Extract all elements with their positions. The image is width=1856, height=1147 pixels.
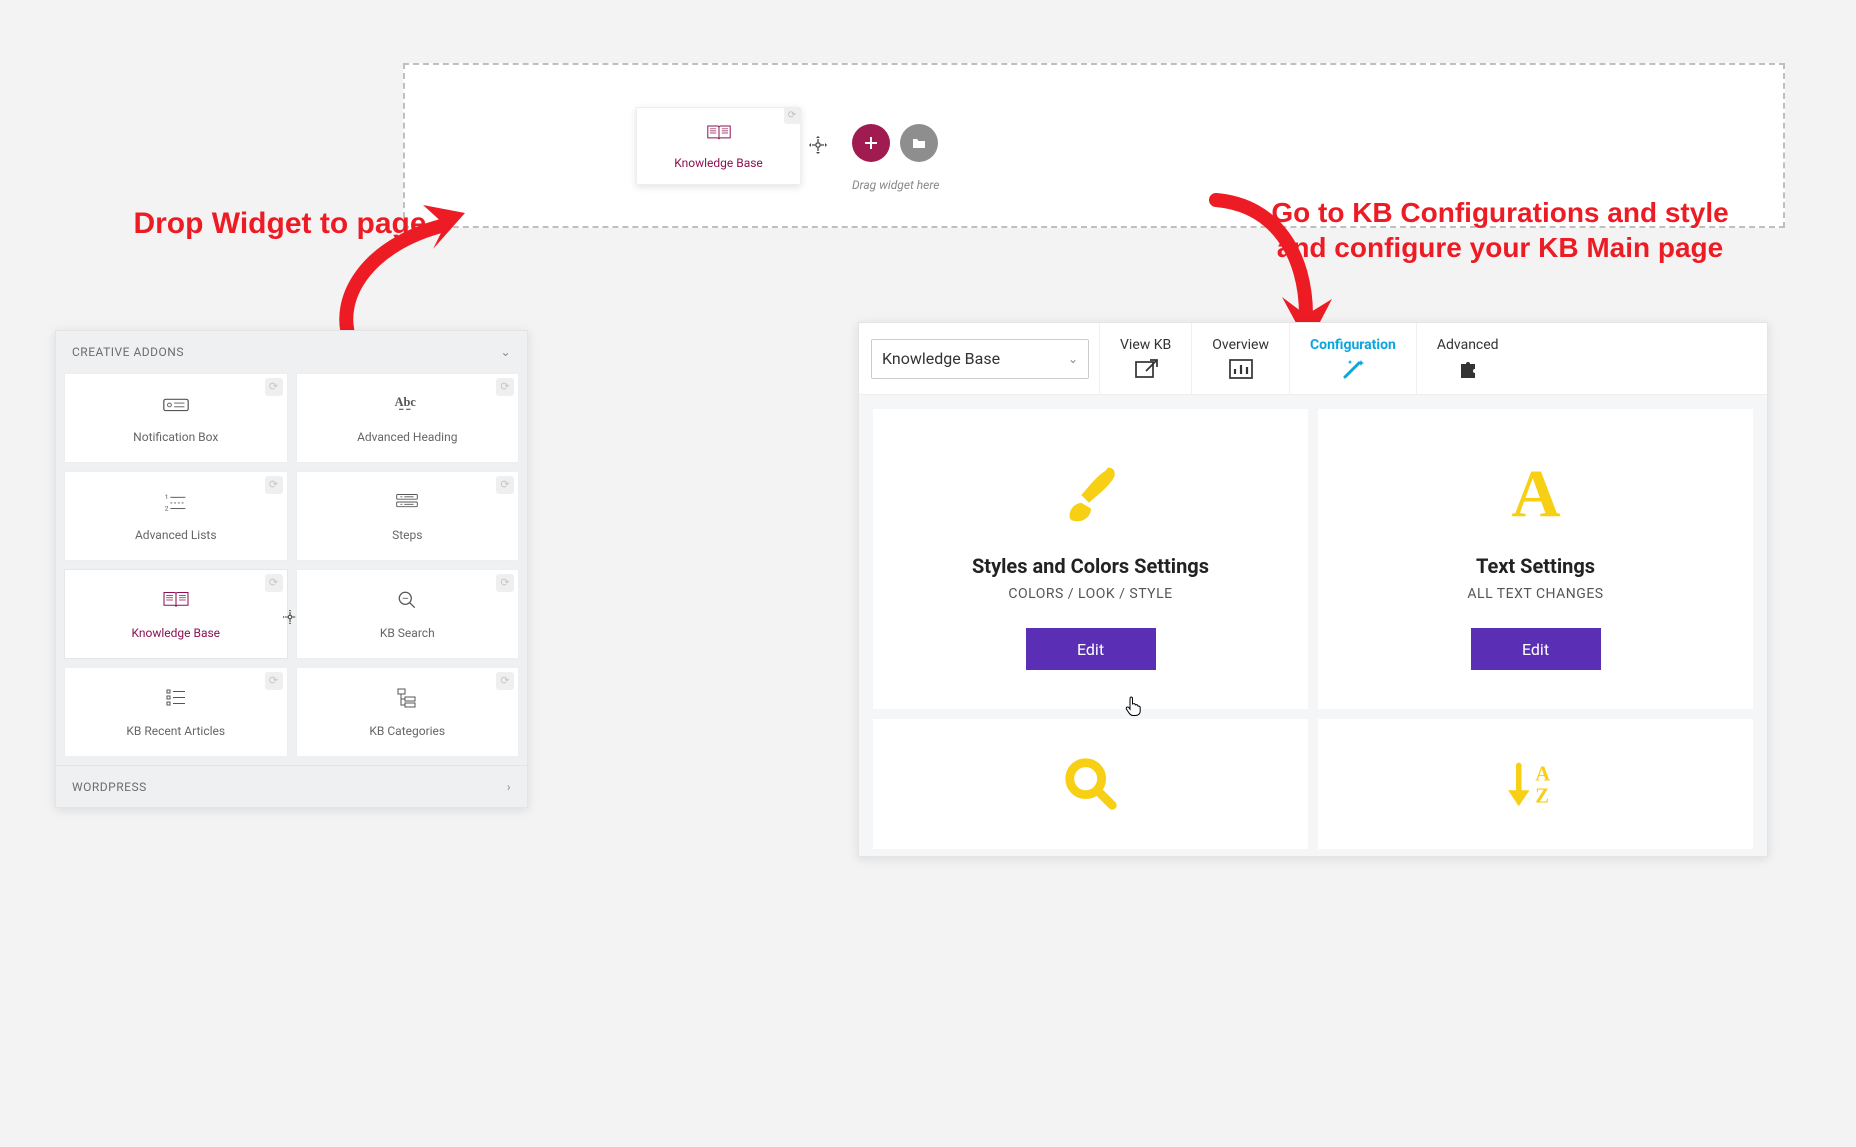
sort-az-icon: AZ <box>1505 739 1567 829</box>
chip-badge-icon: ⟳ <box>784 108 800 124</box>
tile-badge-icon: ⟳ <box>265 378 283 396</box>
search-icon <box>392 588 422 616</box>
tile-badge-icon: ⟳ <box>496 378 514 396</box>
tile-badge-icon: ⟳ <box>496 672 514 690</box>
tile-label: Notification Box <box>133 430 218 444</box>
tile-label: Steps <box>392 528 422 542</box>
tab-configuration[interactable]: Configuration <box>1289 323 1416 395</box>
tab-label: View KB <box>1120 337 1171 353</box>
recent-list-icon <box>161 686 191 714</box>
tile-badge-icon: ⟳ <box>496 476 514 494</box>
svg-text:2: 2 <box>165 504 169 512</box>
tile-label: KB Search <box>380 626 435 640</box>
brush-icon <box>1052 448 1130 538</box>
notification-icon <box>161 392 191 420</box>
edit-styles-button[interactable]: Edit <box>1026 628 1156 670</box>
config-cards-row: Styles and Colors Settings COLORS / LOOK… <box>859 395 1767 709</box>
tile-badge-icon: ⟳ <box>496 574 514 592</box>
arrow-left-icon <box>315 205 485 350</box>
tile-label: Knowledge Base <box>131 626 220 640</box>
config-cards-row-2: AZ <box>859 709 1767 849</box>
tile-badge-icon: ⟳ <box>265 574 283 592</box>
tab-overview[interactable]: Overview <box>1191 323 1289 395</box>
tab-label: Configuration <box>1310 337 1396 353</box>
card-title: Styles and Colors Settings <box>972 554 1209 578</box>
hand-cursor-icon <box>1125 695 1143 717</box>
config-topbar: Knowledge Base ⌄ View KB Overview Config… <box>859 323 1767 395</box>
widget-tile-notification-box[interactable]: ⟳ Notification Box <box>64 373 288 463</box>
card-order-settings[interactable]: AZ <box>1318 719 1753 849</box>
kb-select-dropdown[interactable]: Knowledge Base ⌄ <box>871 339 1089 379</box>
card-subtitle: COLORS / LOOK / STYLE <box>1008 586 1172 602</box>
drag-hint-text: Drag widget here <box>852 178 939 192</box>
palette-grid: ⟳ Notification Box ⟳ Abc Advanced Headin… <box>56 373 527 765</box>
svg-text:Z: Z <box>1535 786 1549 808</box>
tab-label: Advanced <box>1437 337 1499 353</box>
add-section-button[interactable] <box>852 124 890 162</box>
external-link-icon <box>1132 357 1160 385</box>
tab-view-kb[interactable]: View KB <box>1099 323 1191 395</box>
dragging-widget-chip[interactable]: ⟳ Knowledge Base <box>636 107 801 185</box>
card-search-settings[interactable] <box>873 719 1308 849</box>
card-title: Text Settings <box>1476 554 1595 578</box>
list-icon: 12 <box>161 490 191 518</box>
card-styles-colors: Styles and Colors Settings COLORS / LOOK… <box>873 409 1308 709</box>
widget-tile-kb-search[interactable]: ⟳ KB Search <box>296 569 520 659</box>
tile-label: Advanced Lists <box>135 528 217 542</box>
tile-badge-icon: ⟳ <box>265 672 283 690</box>
book-icon <box>161 588 191 616</box>
tab-label: Overview <box>1212 337 1269 353</box>
chevron-down-icon: ⌄ <box>1068 352 1078 366</box>
card-text-settings: A Text Settings ALL TEXT CHANGES Edit <box>1318 409 1753 709</box>
svg-text:A: A <box>1511 455 1560 531</box>
search-icon <box>1060 739 1122 829</box>
bar-chart-icon <box>1227 357 1255 385</box>
chip-label: Knowledge Base <box>674 156 763 170</box>
palette-section-wordpress[interactable]: WORDPRESS › <box>56 765 527 807</box>
svg-text:Abc: Abc <box>395 395 417 409</box>
widget-tile-advanced-lists[interactable]: ⟳ 12 Advanced Lists <box>64 471 288 561</box>
widget-tile-kb-recent-articles[interactable]: ⟳ KB Recent Articles <box>64 667 288 757</box>
tile-label: KB Recent Articles <box>126 724 225 738</box>
svg-text:1: 1 <box>165 493 169 501</box>
palette-section-creative-addons[interactable]: CREATIVE ADDONS ⌄ <box>56 331 527 373</box>
kb-select-value: Knowledge Base <box>882 349 1000 368</box>
letter-a-icon: A <box>1497 448 1575 538</box>
move-cursor-icon <box>808 135 828 155</box>
palette-footer-label: WORDPRESS <box>72 780 147 794</box>
card-subtitle: ALL TEXT CHANGES <box>1467 586 1603 602</box>
widget-tile-steps[interactable]: ⟳ Steps <box>296 471 520 561</box>
tab-advanced[interactable]: Advanced <box>1416 323 1519 395</box>
edit-text-button[interactable]: Edit <box>1471 628 1601 670</box>
tile-badge-icon: ⟳ <box>265 476 283 494</box>
widget-tile-advanced-heading[interactable]: ⟳ Abc Advanced Heading <box>296 373 520 463</box>
widget-tile-knowledge-base[interactable]: ⟳ Knowledge Base <box>64 569 288 659</box>
widget-palette: CREATIVE ADDONS ⌄ ⟳ Notification Box ⟳ A… <box>55 330 528 808</box>
book-icon <box>705 122 733 148</box>
svg-text:A: A <box>1535 764 1550 786</box>
puzzle-icon <box>1454 357 1482 385</box>
kb-config-panel: Knowledge Base ⌄ View KB Overview Config… <box>858 322 1768 857</box>
folder-button[interactable] <box>900 124 938 162</box>
chevron-right-icon: › <box>507 780 511 794</box>
heading-icon: Abc <box>392 392 422 420</box>
chevron-down-icon: ⌄ <box>500 345 511 359</box>
tile-label: KB Categories <box>369 724 445 738</box>
widget-tile-kb-categories[interactable]: ⟳ KB Categories <box>296 667 520 757</box>
tile-label: Advanced Heading <box>357 430 457 444</box>
palette-header-label: CREATIVE ADDONS <box>72 345 184 359</box>
steps-icon <box>392 490 422 518</box>
categories-icon <box>392 686 422 714</box>
wand-icon <box>1339 357 1367 385</box>
